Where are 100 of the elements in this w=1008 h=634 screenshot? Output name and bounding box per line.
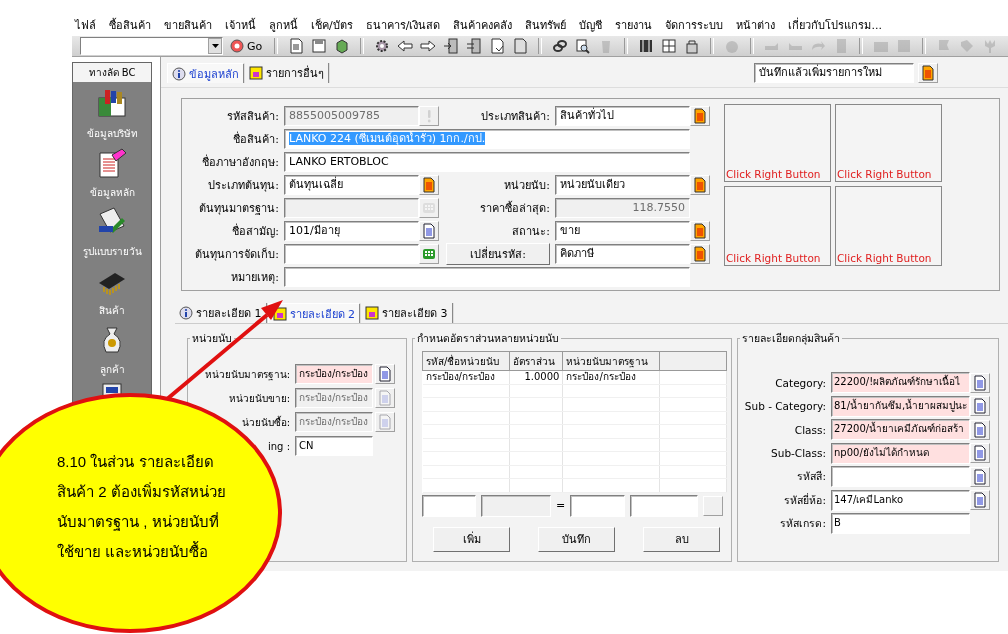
input-field[interactable] xyxy=(284,243,419,264)
field-label: ing : xyxy=(268,440,291,452)
field-label: หมายเหตุ: xyxy=(230,269,280,286)
document-icon xyxy=(973,445,987,462)
sidebar-item[interactable]: ข้อมูลหลัก xyxy=(89,185,135,200)
image-slot[interactable]: Click Right Button xyxy=(724,186,831,266)
lookup-button[interactable] xyxy=(690,243,710,264)
column-header[interactable]: รหัส/ชื่อหน่วยนับ xyxy=(422,351,510,371)
toolbar-button[interactable] xyxy=(395,37,416,55)
sidebar-item[interactable]: ลูกค้า xyxy=(99,362,125,377)
lookup-button[interactable] xyxy=(970,419,990,440)
document-icon[interactable] xyxy=(102,383,122,396)
action-button[interactable]: บันทึก xyxy=(538,526,615,552)
document-icon xyxy=(512,38,529,54)
lookup-button[interactable] xyxy=(419,243,439,264)
input-field[interactable]: 27200/น้ำยาเคมีภัณฑ์ก่อสร้า xyxy=(831,419,970,441)
column-header[interactable]: อัตราส่วน xyxy=(509,351,563,371)
lookup-button[interactable] xyxy=(970,466,990,487)
lookup-button[interactable] xyxy=(690,105,710,126)
input-field[interactable] xyxy=(831,466,970,488)
lookup-button[interactable] xyxy=(970,372,990,393)
lookup-button[interactable] xyxy=(970,490,990,511)
input-field[interactable] xyxy=(570,494,626,517)
menu-item[interactable]: บัญชี xyxy=(579,16,603,36)
menu-item[interactable]: รายงาน xyxy=(615,16,653,36)
menu-item[interactable]: สินค้าคงคลัง xyxy=(453,16,513,36)
sidebar-item[interactable]: สินค้า xyxy=(99,303,125,318)
lookup-button[interactable] xyxy=(690,220,710,241)
document-icon xyxy=(973,492,987,509)
sidebar-title: ทางลัด BC xyxy=(73,63,151,82)
lookup-button[interactable] xyxy=(970,396,990,417)
menu-item[interactable]: ธนาคาร/เงินสด xyxy=(365,16,441,36)
document-icon xyxy=(693,222,707,239)
input-field[interactable]: CN xyxy=(295,436,373,456)
menu-item[interactable]: จัดการระบบ xyxy=(665,16,724,36)
sidebar-item[interactable]: ข้อมูลบริษัท xyxy=(86,126,138,141)
sidebar-item[interactable]: รูปแบบรายวัน xyxy=(82,244,142,259)
input-field[interactable]: สินค้าทั่วไป xyxy=(555,105,690,126)
input-field[interactable]: หน่วยนับเดียว xyxy=(555,174,690,195)
input-field[interactable]: 81/น้ำยากันซึม,น้ำยาผสมปูนะ xyxy=(831,395,970,417)
save-mode-field[interactable]: บันทึกแล้วเพิ่มรายการใหม่ xyxy=(754,63,914,83)
input-field[interactable]: LANKO ERTOBLOC xyxy=(284,151,690,172)
door-icon xyxy=(466,38,483,54)
document-icon xyxy=(422,176,436,193)
input-field[interactable]: 101/มีอายุ xyxy=(284,220,419,241)
input-field[interactable]: B xyxy=(831,513,970,535)
input-field[interactable] xyxy=(422,494,476,517)
input-field[interactable]: 22200/!ผลิตภัณฑ์รักษาเนื้อไ xyxy=(831,372,970,394)
field-label: Sub - Category: xyxy=(743,400,827,413)
column-header[interactable]: หน่วยนับมาตรฐาน xyxy=(562,351,660,371)
lookup-button[interactable] xyxy=(375,364,395,384)
menu-item[interactable]: ลูกหนี้ xyxy=(269,16,298,36)
callout-text: 8.10 ในส่วน รายละเอียด สินค้า 2 ต้องเพิ่มรหัสหน่วย นับมาตรฐาน , หน่วยนับที่ ใช้ขาย และหน่วยนับซื้อ xyxy=(57,452,226,562)
books-icon[interactable] xyxy=(96,88,128,120)
lookup-button[interactable] xyxy=(690,174,710,195)
menu-item[interactable]: เช็ค/บัตร xyxy=(311,16,353,36)
go-button[interactable]: Go xyxy=(226,39,267,53)
lookup-button[interactable] xyxy=(703,495,724,516)
menu-item[interactable]: หน้าต่าง xyxy=(736,16,776,36)
change-code-button[interactable]: เปลี่ยนรหัส: xyxy=(446,242,550,265)
field-label: ต้นทุนมาตรฐาน: xyxy=(198,200,280,217)
field-label: Category: xyxy=(774,376,827,389)
image-slot[interactable]: Click Right Button xyxy=(835,104,942,182)
lookup-button[interactable] xyxy=(918,63,938,83)
field-label: น่วยนับซื้อ: xyxy=(241,414,291,430)
table-cell: 1.0000 xyxy=(509,370,563,384)
field-label: ประเภทต้นทุน: xyxy=(207,177,280,194)
input-field[interactable]: คิดภาษี xyxy=(555,243,690,264)
document-icon[interactable] xyxy=(96,147,128,179)
menu-item[interactable]: ซื้อสินค้า xyxy=(109,16,151,36)
menu-item[interactable]: เกี่ยวกับโปรแกรม... xyxy=(788,16,882,36)
tab[interactable]: รายการอื่นๆ xyxy=(245,63,330,83)
lookup-button[interactable] xyxy=(970,443,990,464)
input-field[interactable] xyxy=(284,266,690,287)
lookup-button[interactable] xyxy=(419,174,439,195)
input-field[interactable]: np00/ยังไม่ได้กำหนด xyxy=(831,442,970,464)
menu-item[interactable]: ขายสินค้า xyxy=(164,16,212,36)
address-combobox[interactable] xyxy=(80,37,223,55)
input-field[interactable]: 147/เคมีLanko xyxy=(831,489,970,511)
tab[interactable]: ข้อมูลหลัก xyxy=(167,63,245,83)
input-field[interactable]: ขาย xyxy=(555,220,690,241)
field-label: รหัสยี่ห้อ: xyxy=(783,492,827,508)
input-field[interactable]: กระป๋อง/กระป๋อง xyxy=(295,364,373,384)
left-arrow-icon xyxy=(397,38,414,54)
menu-item[interactable]: สินทรัพย์ xyxy=(525,16,567,36)
document-icon xyxy=(378,414,392,430)
document-icon xyxy=(422,222,436,239)
menu-item[interactable]: ไฟล์ xyxy=(75,16,96,36)
lookup-button[interactable] xyxy=(419,220,439,241)
document-icon xyxy=(378,366,392,382)
menu-item[interactable]: เจ้าหนี้ xyxy=(225,16,256,36)
input-field[interactable]: ต้นทุนเฉลี่ย xyxy=(284,174,419,195)
document-icon xyxy=(693,245,707,262)
action-button[interactable]: เพิ่ม xyxy=(433,526,510,552)
tab[interactable]: รายละเอียด 2 xyxy=(267,303,361,323)
input-field[interactable] xyxy=(630,494,699,517)
document-icon xyxy=(378,390,392,406)
image-slot[interactable]: Click Right Button xyxy=(724,104,831,182)
action-button[interactable]: ลบ xyxy=(643,526,720,552)
image-slot[interactable]: Click Right Button xyxy=(835,186,942,266)
